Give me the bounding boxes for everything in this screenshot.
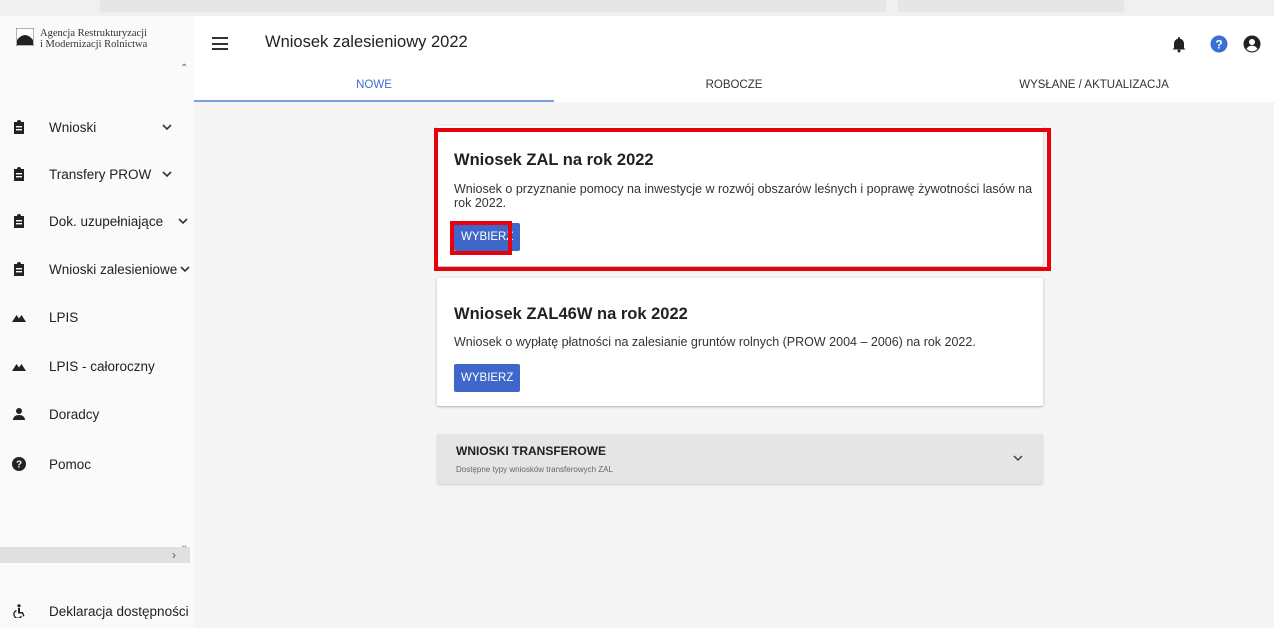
brand-name: Agencja Restrukturyzacji i Modernizacji … [40,28,190,50]
clipboard-icon [14,214,24,228]
chevron-down-icon [180,266,190,273]
card-description: Wniosek o wypłatę płatności na zalesiani… [454,335,976,349]
horizontal-scrollbar[interactable] [0,547,190,563]
sidebar-item-lpis-caloroczny[interactable]: LPIS - całoroczny [0,346,194,386]
sidebar-item-lpis[interactable]: LPIS [0,297,194,337]
tab-nowe[interactable]: NOWE [194,72,554,102]
button-highlight-frame [450,221,512,255]
card-title: Wniosek ZAL46W na rok 2022 [454,305,688,323]
sidebar-item-deklaracja-dostepnosci[interactable]: Deklaracja dostępności [0,591,194,628]
svg-text:?: ? [16,460,22,471]
sidebar-item-label: Wnioski [49,119,97,135]
top-strip-block [898,0,1124,12]
tab-wyslane-aktualizacja[interactable]: WYSŁANE / AKTUALIZACJA [914,72,1274,102]
bell-icon[interactable] [1170,35,1188,53]
top-strip-block [100,0,886,12]
arimr-logo-icon [16,28,34,46]
sidebar-item-label: Transfery PROW [49,166,152,182]
highlight-frame [434,128,1051,271]
person-icon [13,408,25,420]
help-circle-icon: ? [12,457,26,471]
sidebar: Agencja Restrukturyzacji i Modernizacji … [0,16,194,628]
application-card-zal46w: Wniosek ZAL46W na rok 2022 Wniosek o wyp… [437,278,1043,406]
tab-bar: NOWE ROBOCZE WYSŁANE / AKTUALIZACJA [194,72,1274,102]
sidebar-item-label: Pomoc [49,456,92,472]
top-strip [0,0,1274,16]
chevron-down-icon[interactable] [1013,454,1023,462]
chevron-down-icon [162,171,172,178]
transfer-panel[interactable]: WNIOSKI TRANSFEROWE Dostępne typy wniosk… [437,434,1043,484]
sidebar-item-doradcy[interactable]: Doradcy [0,394,194,434]
sidebar-item-label: LPIS [49,309,79,325]
scroll-right-icon[interactable]: › [172,548,176,562]
brand-line-1: Agencja Restrukturyzacji [40,28,147,39]
transfer-panel-subtitle: Dostępne typy wniosków transferowych ZAL [456,465,613,474]
brand-line-2: i Modernizacji Rolnictwa [40,39,148,50]
sidebar-item-label: LPIS - całoroczny [49,358,155,374]
sidebar-item-transfery-prow[interactable]: Transfery PROW [0,154,194,194]
chevron-down-icon [178,218,188,225]
sidebar-item-wnioski-zalesieniowe[interactable]: Wnioski zalesieniowe [0,249,194,289]
sidebar-item-label: Deklaracja dostępności [49,603,189,619]
tab-robocze[interactable]: ROBOCZE [554,72,914,102]
sidebar-item-dok-uzupelniajace[interactable]: Dok. uzupełniające [0,201,194,241]
clipboard-icon [14,262,24,276]
svg-text:?: ? [1215,38,1222,52]
app-header: Wniosek zalesieniowy 2022 ? [194,16,1274,72]
mountain-icon [12,364,26,371]
scroll-up-icon[interactable]: ⌃ [180,63,188,74]
account-icon[interactable] [1243,35,1261,53]
clipboard-icon [14,120,24,134]
sidebar-item-pomoc[interactable]: ? Pomoc [0,444,194,484]
wybierz-zal46w-button[interactable]: WYBIERZ [454,364,521,392]
sidebar-item-label: Wnioski zalesieniowe [49,261,178,277]
mountain-icon [12,315,26,322]
page-title: Wniosek zalesieniowy 2022 [265,33,468,51]
sidebar-item-label: Dok. uzupełniające [49,213,164,229]
hamburger-menu-icon[interactable] [212,37,228,50]
clipboard-icon [14,167,24,181]
transfer-panel-title: WNIOSKI TRANSFEROWE [456,444,606,458]
sidebar-item-wnioski[interactable]: Wnioski [0,107,194,147]
accessibility-icon [13,604,25,618]
chevron-down-icon [162,124,172,131]
sidebar-item-label: Doradcy [49,406,100,422]
help-icon[interactable]: ? [1210,35,1228,53]
